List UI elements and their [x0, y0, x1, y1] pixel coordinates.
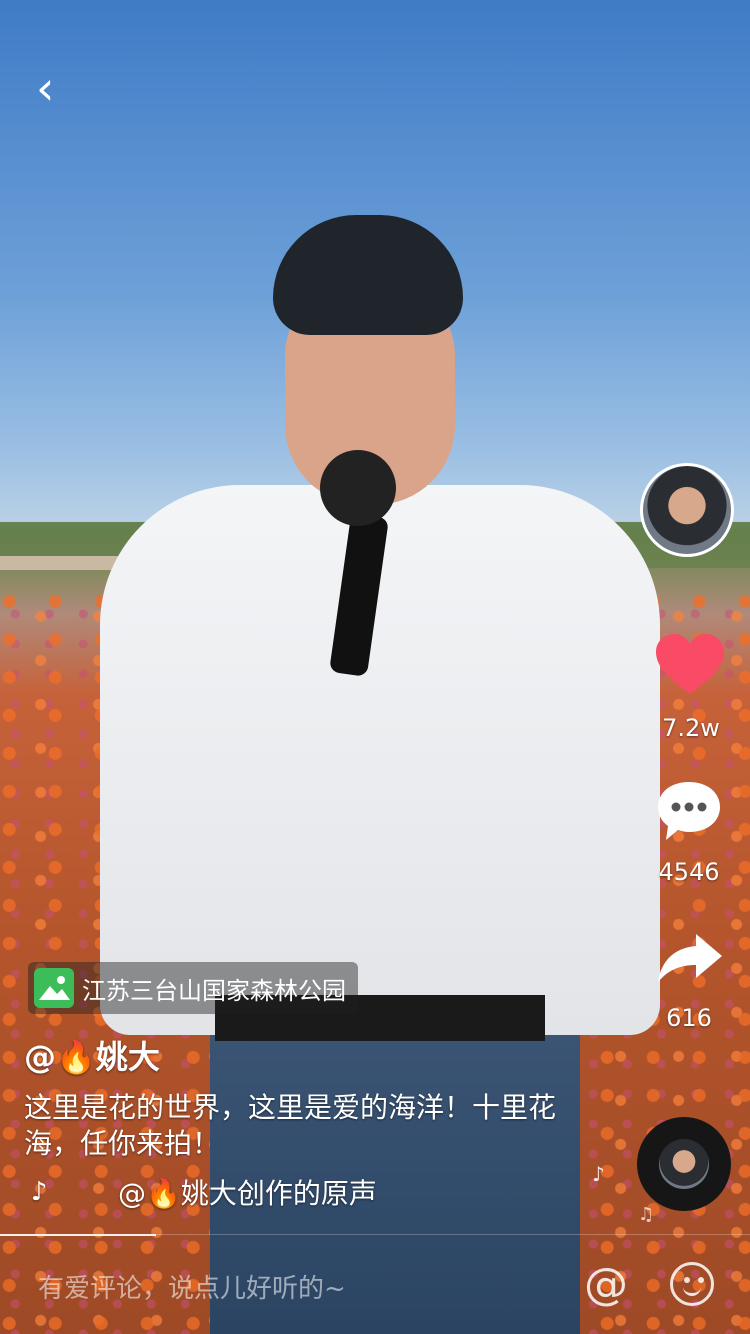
- comment-count: 4546: [658, 858, 720, 886]
- music-title: @🔥姚大创作的原声: [118, 1177, 377, 1210]
- subject-hair: [273, 215, 463, 335]
- location-name: 江苏三台山国家森林公园: [82, 976, 346, 1005]
- author-avatar[interactable]: [640, 463, 734, 557]
- music-note-icon: ♪: [592, 1162, 605, 1186]
- like-count: 7.2w: [662, 714, 720, 742]
- landscape-icon: [34, 968, 74, 1008]
- music-info[interactable]: ♪ @🔥姚大创作的原声: [24, 1172, 377, 1212]
- share-count: 616: [666, 1004, 712, 1032]
- comment-input[interactable]: [36, 1270, 560, 1308]
- music-disc-cover: [659, 1139, 709, 1189]
- smiley-icon[interactable]: [670, 1262, 714, 1306]
- comment-bar-divider: [156, 1234, 750, 1235]
- music-disc-button[interactable]: [637, 1117, 731, 1211]
- progress-indicator: [0, 1234, 156, 1236]
- at-icon[interactable]: @: [584, 1262, 628, 1308]
- video-screen[interactable]: ‹ 7.2w 4546 616 ♪ ♫ 江苏三台山国家森林公园 @🔥姚大 这里是…: [0, 0, 750, 1334]
- tiktok-note-icon: ♪: [30, 1177, 48, 1207]
- share-arrow-icon[interactable]: [656, 930, 724, 986]
- heart-icon[interactable]: [654, 632, 726, 698]
- video-subject-singer: [100, 215, 660, 1334]
- comment-bubble-icon[interactable]: [654, 778, 724, 844]
- video-caption: 这里是花的世界，这里是爱的海洋！十里花海，任你来拍！: [24, 1091, 557, 1160]
- back-button[interactable]: ‹: [36, 65, 76, 111]
- music-note-icon: ♫: [638, 1204, 655, 1225]
- microphone-head: [320, 450, 396, 526]
- chevron-left-icon: ‹: [36, 61, 55, 115]
- location-tag[interactable]: 江苏三台山国家森林公园: [28, 962, 358, 1014]
- author-username[interactable]: @🔥姚大: [24, 1032, 160, 1078]
